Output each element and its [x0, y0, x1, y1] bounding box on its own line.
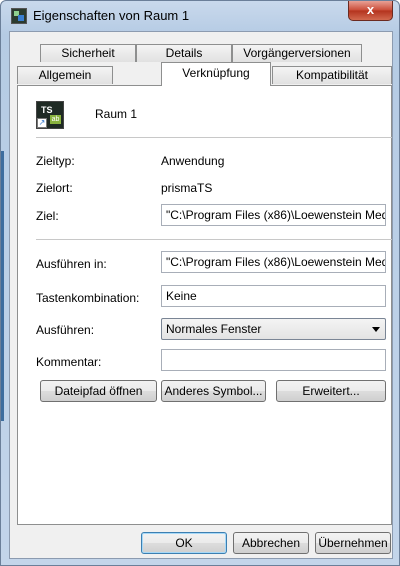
chevron-down-icon — [372, 327, 380, 332]
kommentar-label: Kommentar: — [36, 355, 102, 369]
close-button[interactable]: x — [348, 1, 393, 21]
ausfuehren-select-value: Normales Fenster — [166, 322, 262, 336]
tastenkombination-input[interactable]: Keine — [161, 285, 386, 307]
erweitert-button[interactable]: Erweitert... — [276, 380, 386, 402]
dialog-client: Sicherheit Details Vorgängerversionen Al… — [9, 31, 393, 559]
app-icon — [11, 8, 27, 24]
zielort-label: Zielort: — [36, 181, 73, 195]
separator-middle — [36, 239, 392, 240]
tab-details[interactable]: Details — [136, 44, 232, 62]
ok-button[interactable]: OK — [141, 532, 227, 554]
shortcut-arrow-icon: ↗ — [37, 118, 47, 128]
zieltyp-label: Zieltyp: — [36, 154, 75, 168]
uebernehmen-button[interactable]: Übernehmen — [315, 532, 391, 554]
icon-text-ab: ab — [50, 115, 61, 124]
ausfuehren-in-label: Ausführen in: — [36, 257, 107, 271]
tab-sicherheit[interactable]: Sicherheit — [40, 44, 136, 62]
zieltyp-value: Anwendung — [161, 154, 225, 168]
ausfuehren-in-input[interactable]: "C:\Program Files (x86)\Loewenstein Medi… — [161, 251, 386, 273]
tab-kompatibilitaet[interactable]: Kompatibilität — [272, 66, 392, 84]
window-left-accent — [1, 151, 4, 421]
tab-allgemein[interactable]: Allgemein — [17, 66, 113, 84]
ausfuehren-select[interactable]: Normales Fenster — [161, 318, 386, 340]
tab-vorgaengerversionen[interactable]: Vorgängerversionen — [232, 44, 362, 62]
ziel-input[interactable]: "C:\Program Files (x86)\Loewenstein Medi… — [161, 204, 386, 226]
abbrechen-button[interactable]: Abbrechen — [233, 532, 309, 554]
dateipfad-oeffnen-button[interactable]: Dateipfad öffnen — [40, 380, 157, 402]
tab-verknuepfung[interactable]: Verknüpfung — [161, 62, 271, 86]
shortcut-name: Raum 1 — [95, 107, 138, 121]
tastenkombination-label: Tastenkombination: — [36, 291, 140, 305]
properties-window: Eigenschaften von Raum 1 x Sicherheit De… — [0, 0, 400, 566]
anderes-symbol-button[interactable]: Anderes Symbol... — [161, 380, 266, 402]
window-title: Eigenschaften von Raum 1 — [33, 8, 190, 23]
zielort-value: prismaTS — [161, 181, 213, 195]
prismats-shortcut-icon: TS ab ↗ — [36, 101, 64, 129]
title-bar[interactable]: Eigenschaften von Raum 1 x — [1, 1, 399, 31]
ausfuehren-label: Ausführen: — [36, 323, 95, 337]
ziel-label: Ziel: — [36, 209, 59, 223]
separator-top — [36, 137, 392, 138]
kommentar-input[interactable] — [161, 349, 386, 371]
icon-text-ts: TS — [41, 105, 53, 115]
